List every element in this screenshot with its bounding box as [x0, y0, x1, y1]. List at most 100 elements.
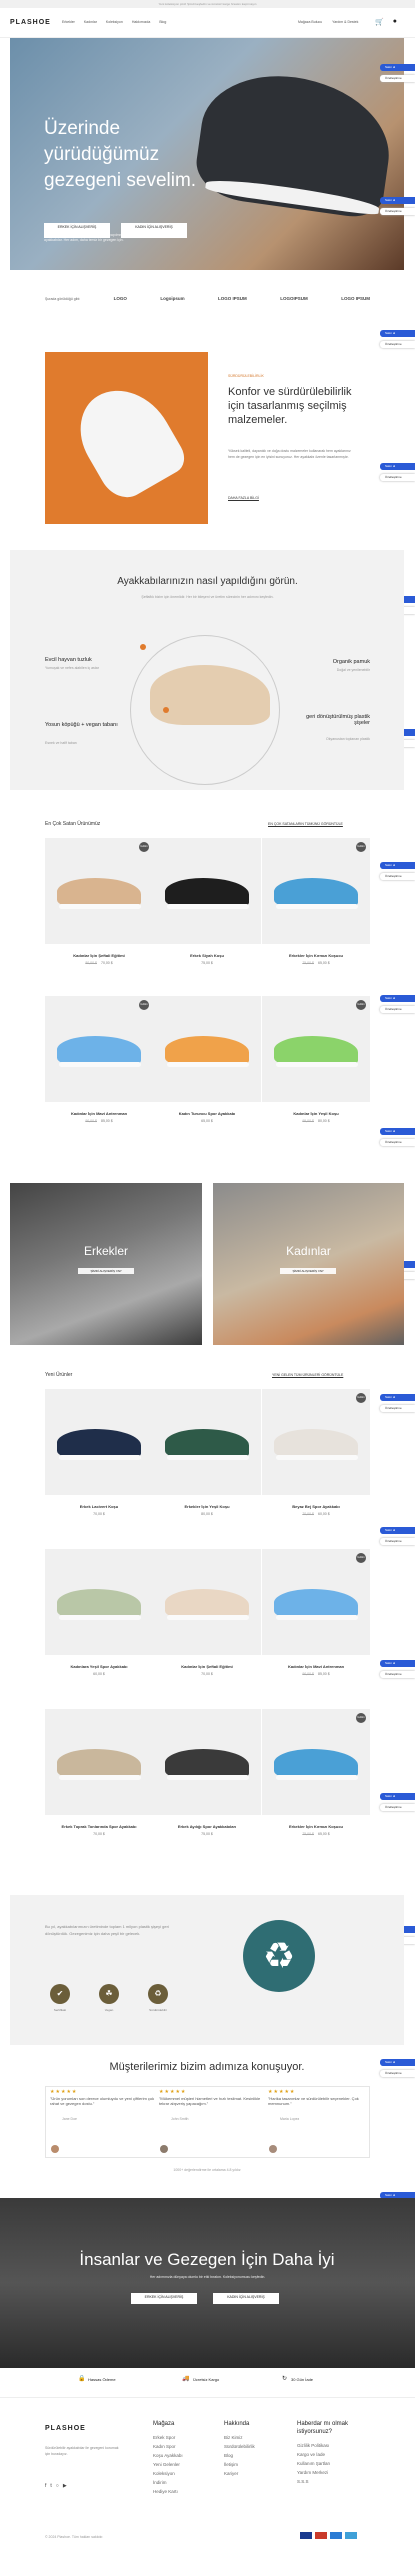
buy-tab[interactable]: Satın al [380, 1660, 415, 1667]
customize-tab[interactable]: Özelleştirme [380, 1405, 415, 1412]
nav-link-men[interactable]: Erkekler [62, 20, 75, 24]
customize-tab[interactable]: Özelleştirme [380, 873, 415, 880]
footer-link[interactable]: Koleksiyon [153, 2469, 183, 2478]
men-shop-button[interactable]: ŞİMDİ ALIŞVERİŞ YAP [78, 1268, 134, 1274]
footer-link[interactable]: İletişim [224, 2460, 255, 2469]
women-shop-button[interactable]: ŞİMDİ ALIŞVERİŞ YAP [280, 1268, 336, 1274]
customize-tab[interactable]: Özelleştirme [380, 208, 415, 215]
nav-link-collection[interactable]: Koleksiyon [106, 20, 123, 24]
product-name[interactable]: Erkek Siyah Koşu [153, 953, 261, 958]
customize-tab[interactable]: Özelleştirme [380, 341, 415, 348]
buy-tab[interactable]: Satın al [380, 1527, 415, 1534]
product-card[interactable]: İndirim Kadınlar İçin Mavi Antrenman 90,00… [262, 1549, 370, 1684]
buy-tab[interactable]: Satın al [380, 862, 415, 869]
product-name[interactable]: Erkekler İçin Kırmızı Koşucu [262, 1824, 370, 1829]
product-card[interactable]: İndirim Erkekler İçin Kırmızı Koşucu 75,00… [262, 838, 370, 973]
product-card[interactable]: Kadınlara Yeşil Spor Ayakkabı 60,00 $ [45, 1549, 153, 1684]
product-card[interactable]: İndirim Beyaz Bej Spor Ayakkabı 70,00 $ 60,… [262, 1389, 370, 1524]
cta-women-button[interactable]: KADIN İÇİN ALIŞVERİŞ [213, 2293, 279, 2304]
footer-link[interactable]: Blog [224, 2451, 255, 2460]
customize-tab[interactable]: Özelleştirme [380, 1671, 415, 1678]
buy-tab[interactable]: Satın al [380, 1394, 415, 1401]
footer-link[interactable]: Sürdürülebilirlik [224, 2442, 255, 2451]
product-image[interactable] [153, 838, 261, 944]
product-name[interactable]: Kadınlar İçin Mavi Antrenman [262, 1664, 370, 1669]
product-name[interactable]: Erkekler İçin Yeşil Koşu [153, 1504, 261, 1509]
buy-tab[interactable]: Satın al [380, 995, 415, 1002]
footer-link[interactable]: İndirim [153, 2478, 183, 2487]
hero-women-button[interactable]: KADIN İÇİN ALIŞVERİŞ [121, 223, 187, 238]
product-card[interactable]: İndirim Erkekler İçin Kırmızı Koşucu 75,00… [262, 1709, 370, 1844]
product-name[interactable]: Erkek Ayılığı Spor Ayakkabıları [153, 1824, 261, 1829]
product-card[interactable]: Erkek Ayılığı Spor Ayakkabıları 75,00 $ [153, 1709, 261, 1844]
product-name[interactable]: Kadınlar İçin Yeşil Koşu [262, 1111, 370, 1116]
product-card[interactable]: Kadınlar İçin Şeftali Eğitimi 70,00 $ [153, 1549, 261, 1684]
product-name[interactable]: Kadınlar İçin Şeftali Eğitimi [153, 1664, 261, 1669]
hero-men-button[interactable]: ERKEK İÇİN ALIŞVERİŞ [44, 223, 110, 238]
nav-link-women[interactable]: Kadınlar [84, 20, 97, 24]
product-card[interactable]: Erkek Siyah Koşu 75,00 $ [153, 838, 261, 973]
footer-link[interactable]: Yardım Merkezi [297, 2468, 372, 2477]
product-card[interactable]: İndirim Kadınlar İçin Mavi Antrenman 90,00… [45, 996, 153, 1131]
product-image[interactable] [45, 1549, 153, 1655]
product-image[interactable]: İndirim [262, 1709, 370, 1815]
footer-link[interactable]: Yeni Gelenler [153, 2460, 183, 2469]
product-image[interactable]: İndirim [262, 1549, 370, 1655]
product-image[interactable] [45, 1709, 153, 1815]
product-image[interactable] [153, 1709, 261, 1815]
buy-tab[interactable]: Satın al [380, 64, 415, 71]
product-card[interactable]: Erkekler İçin Yeşil Koşu 80,00 $ [153, 1389, 261, 1524]
product-card[interactable]: İndirim Kadınlar İçin Şeftali Eğitimi 80,0… [45, 838, 153, 973]
store-locator-link[interactable]: Mağaza Bulucu [298, 20, 322, 24]
product-name[interactable]: Beyaz Bej Spor Ayakkabı [262, 1504, 370, 1509]
nav-link-blog[interactable]: Blog [159, 20, 166, 24]
footer-link[interactable]: Kariyer [224, 2469, 255, 2478]
user-icon[interactable]: ● [393, 18, 397, 26]
nav-link-about[interactable]: Hakkımızda [132, 20, 150, 24]
help-link[interactable]: Yardım & Destek [332, 20, 358, 24]
product-card[interactable]: Kadın Turuncu Spor Ayakkabı 65,00 $ [153, 996, 261, 1131]
footer-link[interactable]: Koşu Ayakkabı [153, 2451, 183, 2460]
product-image[interactable]: İndirim [262, 838, 370, 944]
product-image[interactable]: İndirim [262, 1389, 370, 1495]
bestseller-view-all-link[interactable]: EN ÇOK SATANLARIN TÜMÜNÜ GÖRÜNTÜLE [268, 822, 343, 826]
footer-logo[interactable]: PLASHOE [45, 2425, 86, 2432]
cart-icon[interactable]: 🛒 [375, 18, 384, 26]
product-image[interactable]: İndirim [262, 996, 370, 1102]
youtube-icon[interactable]: ▶ [63, 2483, 71, 2489]
footer-link[interactable]: Biz Kimiz [224, 2433, 255, 2442]
product-name[interactable]: Kadınlar İçin Şeftali Eğitimi [45, 953, 153, 958]
customize-tab[interactable]: Özelleştirme [380, 1139, 415, 1146]
footer-link[interactable]: Hediye Kartı [153, 2487, 183, 2496]
product-name[interactable]: Kadın Turuncu Spor Ayakkabı [153, 1111, 261, 1116]
product-name[interactable]: Erkekler İçin Kırmızı Koşucu [262, 953, 370, 958]
footer-link[interactable]: Kadın Spor [153, 2442, 183, 2451]
customize-tab[interactable]: Özelleştirme [380, 1538, 415, 1545]
product-card[interactable]: Erkek Lacivert Koşu 70,00 $ [45, 1389, 153, 1524]
product-image[interactable]: İndirim [45, 996, 153, 1102]
product-card[interactable]: Erkek Toprak Tonlarında Spor Ayakkabı 70,… [45, 1709, 153, 1844]
logo[interactable]: PLASHOE [10, 19, 51, 26]
buy-tab[interactable]: Satın al [380, 330, 415, 337]
footer-link[interactable]: Kargo ve İade [297, 2450, 372, 2459]
comfort-link[interactable]: DAHA FAZLA BİLGİ [228, 496, 259, 500]
footer-link[interactable]: Gizlilik Politikası [297, 2441, 372, 2450]
customize-tab[interactable]: Özelleştirme [380, 1006, 415, 1013]
instagram-icon[interactable]: ○ [56, 2483, 63, 2489]
new-products-view-all-link[interactable]: YENİ GELEN TÜM ÜRÜNLERİ GÖRÜNTÜLE [272, 1373, 343, 1377]
product-image[interactable] [45, 1389, 153, 1495]
footer-link[interactable]: S.S.S [297, 2477, 372, 2486]
product-name[interactable]: Erkek Toprak Tonlarında Spor Ayakkabı [45, 1824, 153, 1829]
buy-tab[interactable]: Satın al [380, 1128, 415, 1135]
customize-tab[interactable]: Özelleştirme [380, 474, 415, 481]
buy-tab[interactable]: Satın al [380, 197, 415, 204]
product-image[interactable] [153, 1549, 261, 1655]
customize-tab[interactable]: Özelleştirme [380, 75, 415, 82]
buy-tab[interactable]: Satın al [380, 1793, 415, 1800]
product-name[interactable]: Erkek Lacivert Koşu [45, 1504, 153, 1509]
product-name[interactable]: Kadınlar İçin Mavi Antrenman [45, 1111, 153, 1116]
product-image[interactable]: İndirim [45, 838, 153, 944]
buy-tab[interactable]: Satın al [380, 463, 415, 470]
footer-link[interactable]: Erkek Spor [153, 2433, 183, 2442]
product-card[interactable]: İndirim Kadınlar İçin Yeşil Koşu 95,00 $ 80… [262, 996, 370, 1131]
